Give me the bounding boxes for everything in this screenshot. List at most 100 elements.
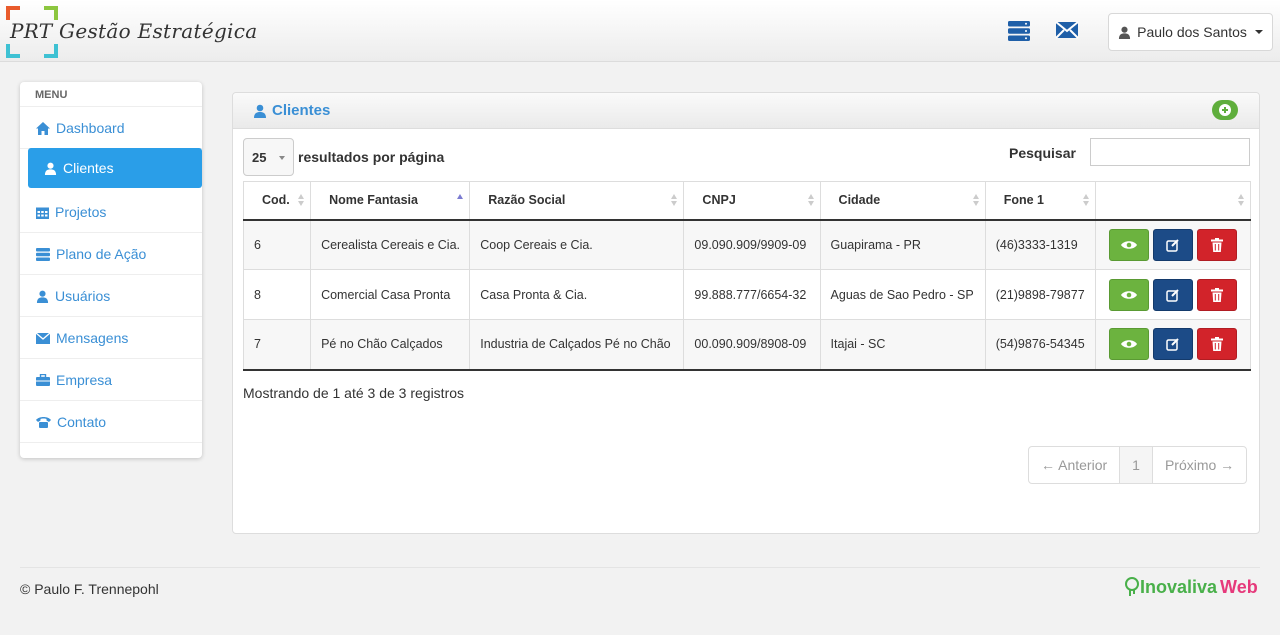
edit-button[interactable] [1152,328,1193,361]
cell-fone: (21)9898-79877 [984,269,1096,320]
cell-razao-social: Industria de Calçados Pé no Chão [469,319,685,371]
delete-button[interactable] [1196,328,1237,361]
cell-fone: (54)9876-54345 [984,319,1096,371]
table-info: Mostrando de 1 até 3 de 3 registros [243,385,465,401]
server-icon[interactable] [1007,20,1033,42]
view-button[interactable] [1108,228,1149,261]
cell-cnpj: 00.090.909/8908-09 [683,319,821,371]
sidebar-item-empresa[interactable]: Empresa [28,360,202,400]
column-header-razao-social[interactable]: Razão Social [469,181,685,221]
delete-button[interactable] [1196,228,1237,261]
sort-icon [972,194,980,208]
chevron-down-icon [1254,30,1263,34]
pagination: ← Anterior 1 Próximo → [1028,446,1248,484]
sidebar-item-clientes[interactable]: Clientes [28,148,202,188]
eye-icon [1120,290,1137,299]
clientes-panel: Clientes 25 resultados por página Pesqui… [232,92,1260,534]
user-icon [1119,26,1131,39]
cell-nome-fantasia: Pé no Chão Calçados [310,319,471,371]
edit-icon [1166,338,1179,351]
phone-icon [36,417,51,428]
cell-cnpj: 09.090.909/9909-09 [683,219,821,270]
sidebar-item-usuarios[interactable]: Usuários [28,276,202,316]
sidebar-item-label: Empresa [56,372,113,388]
search-input[interactable] [1090,138,1250,166]
cell-actions [1094,319,1252,371]
sidebar-item-projetos[interactable]: Projetos [28,192,202,232]
cell-cidade: Guapirama - PR [819,219,986,270]
sort-icon [807,194,815,208]
cell-actions [1094,269,1252,320]
sort-icon [1082,194,1090,208]
cell-nome-fantasia: Cerealista Cereais e Cia. [310,219,471,270]
trash-icon [1210,287,1223,302]
panel-header: Clientes [233,93,1259,129]
sort-icon [1238,194,1245,208]
footer-divider [20,567,1260,568]
add-client-button[interactable] [1212,100,1238,120]
view-button[interactable] [1108,278,1149,311]
column-header-actions[interactable] [1094,181,1252,221]
cell-razao-social: Casa Pronta & Cia. [469,269,685,320]
sidebar-item-label: Usuários [55,288,111,304]
briefcase-icon [36,374,50,386]
cell-cod: 6 [242,219,312,270]
user-icon [254,104,266,118]
sidebar-item-label: Plano de Ação [56,246,147,262]
list-icon [36,247,50,261]
panel-title: Clientes [253,102,330,119]
page-number-button[interactable]: 1 [1119,447,1153,483]
cell-cidade: Itajai - SC [819,319,986,371]
trash-icon [1210,337,1223,352]
edit-button[interactable] [1152,228,1193,261]
footer-brand-logo[interactable]: Inovaliva Web [1124,576,1258,598]
sidebar-item-plano-de-acao[interactable]: Plano de Ação [28,234,202,274]
user-icon [36,290,49,303]
plus-icon [1219,104,1231,116]
user-icon [44,162,57,175]
calendar-icon [36,207,49,219]
column-header-cnpj[interactable]: CNPJ [683,181,821,221]
sidebar-item-contato[interactable]: Contato [28,402,202,442]
sidebar-item-label: Clientes [63,160,114,176]
sort-icon [671,194,678,208]
edit-icon [1166,288,1179,302]
sidebar-item-label: Projetos [55,204,107,220]
cell-cod: 8 [242,269,312,320]
column-header-cidade[interactable]: Cidade [819,181,986,221]
cell-cidade: Aguas de Sao Pedro - SP [819,269,986,320]
user-name: Paulo dos Santos [1137,24,1247,40]
table-row: 8 Comercial Casa Pronta Casa Pronta & Ci… [242,269,1252,320]
envelope-icon[interactable] [1055,20,1081,42]
clients-table: Cod. Nome Fantasia Razão Social CNPJ Cid… [242,181,1252,371]
results-per-page-select[interactable]: 25 [243,138,294,176]
trash-icon [1210,237,1223,252]
envelope-icon [36,332,50,344]
column-header-nome-fantasia[interactable]: Nome Fantasia [310,181,471,221]
cell-cnpj: 99.888.777/6654-32 [683,269,821,320]
next-page-button[interactable]: Próximo → [1153,447,1246,483]
cell-fone: (46)3333-1319 [984,219,1096,270]
cell-actions [1094,219,1252,270]
delete-button[interactable] [1196,278,1237,311]
edit-icon [1166,239,1179,252]
table-row: 6 Cerealista Cereais e Cia. Coop Cereais… [242,219,1252,270]
chevron-down-icon [279,156,285,160]
sidebar-item-mensagens[interactable]: Mensagens [28,318,202,358]
menu-title: MENU [35,89,68,101]
column-header-cod[interactable]: Cod. [242,181,312,221]
edit-button[interactable] [1152,278,1193,311]
user-menu-button[interactable]: Paulo dos Santos [1108,13,1273,51]
view-button[interactable] [1108,328,1149,361]
top-bar: PRT Gestão Estratégica Paulo dos Santos [0,0,1280,62]
sidebar-item-dashboard[interactable]: Dashboard [28,108,202,148]
sidebar-item-label: Contato [57,414,107,430]
bulb-icon [1125,577,1139,596]
cell-nome-fantasia: Comercial Casa Pronta [310,269,471,320]
sidebar-menu: MENU Dashboard Clientes Projetos Plano d… [20,82,202,458]
home-icon [36,121,50,135]
brand-name[interactable]: PRT Gestão Estratégica [10,19,257,43]
column-header-fone[interactable]: Fone 1 [984,181,1096,221]
previous-page-button[interactable]: ← Anterior [1029,447,1119,483]
sidebar-item-label: Dashboard [56,120,125,136]
